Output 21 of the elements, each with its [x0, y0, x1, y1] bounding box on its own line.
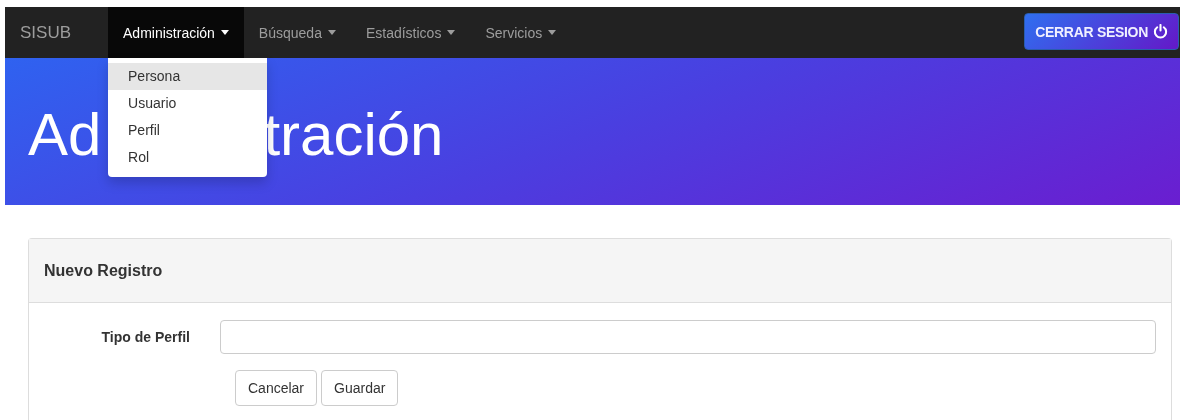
logout-button[interactable]: CERRAR SESION [1024, 13, 1179, 50]
input-field[interactable] [220, 320, 1156, 354]
nav-menu[interactable]: Estadísticos [350, 7, 471, 58]
power-icon [1153, 24, 1168, 39]
page-title: Ad [28, 100, 102, 169]
menu-item[interactable]: Persona [108, 63, 268, 90]
caret-icon [327, 30, 336, 35]
menu-item[interactable]: Rol [108, 144, 268, 171]
save-button[interactable]: Guardar [321, 370, 399, 406]
field-label: Tipo de Perfil [100, 329, 191, 345]
menu-item[interactable]: Usuario [108, 90, 268, 117]
brand-name[interactable]: SISUB [20, 7, 109, 58]
nav-menu[interactable]: Administración [108, 7, 244, 58]
panel-title: Nuevo Registro [44, 261, 163, 280]
nav-menu[interactable]: Búsqueda [243, 7, 351, 58]
nav-menu[interactable]: Servicios [470, 7, 572, 58]
menu-item[interactable]: Perfil [108, 117, 268, 144]
caret-icon [548, 30, 557, 35]
cancel-button[interactable]: Cancelar [235, 370, 318, 406]
caret-icon [447, 30, 456, 35]
caret-icon [220, 30, 229, 35]
